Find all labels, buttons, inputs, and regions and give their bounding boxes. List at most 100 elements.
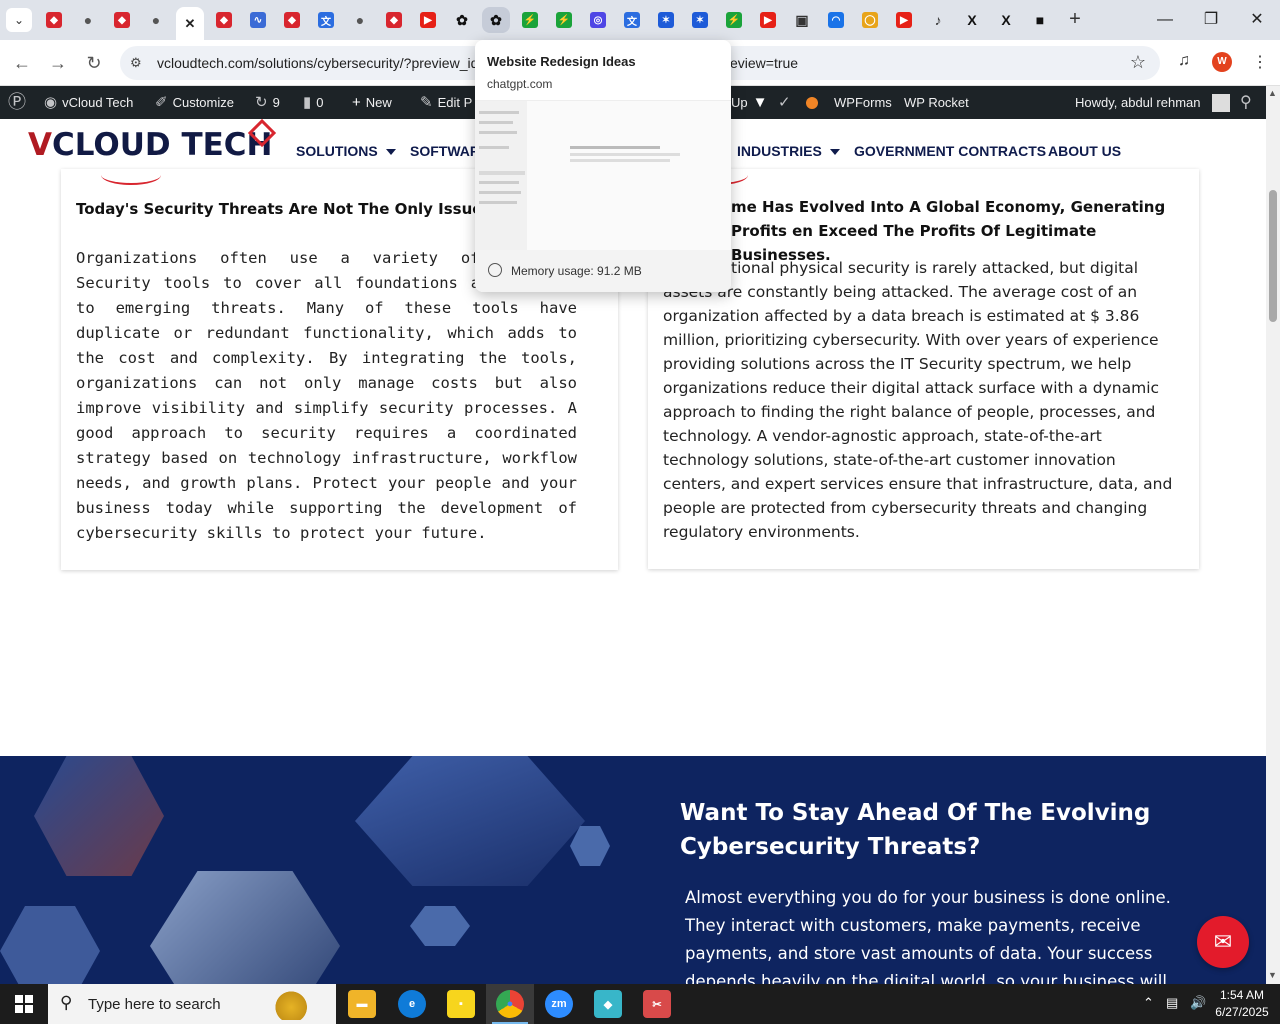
scrollbar-thumb[interactable] — [1269, 190, 1277, 322]
sticky-notes-icon[interactable]: ▪ — [447, 990, 475, 1018]
browser-tab[interactable]: ⚡ — [550, 7, 578, 33]
browser-tab[interactable]: ⚡ — [720, 7, 748, 33]
zoom-icon[interactable]: zm — [545, 990, 573, 1018]
file-explorer-icon[interactable]: ▬ — [348, 990, 376, 1018]
snipping-icon[interactable]: ✂ — [643, 990, 671, 1018]
taskbar-search[interactable]: ⚲ Type here to search — [48, 984, 336, 1024]
browser-tab[interactable]: ◆ — [108, 7, 136, 33]
browser-tab[interactable]: ✶ — [652, 7, 680, 33]
admin-wprocket-link[interactable]: WP Rocket — [904, 86, 969, 119]
hex-shape — [0, 906, 100, 984]
site-info-icon[interactable]: ⚙ — [130, 55, 142, 71]
browser-tab[interactable]: ◆ — [380, 7, 408, 33]
volume-icon[interactable]: 🔊 — [1190, 995, 1206, 1011]
browser-tab[interactable]: ◆ — [278, 7, 306, 33]
browser-menu-icon[interactable]: ⋮ — [1252, 52, 1268, 72]
taskbar-clock[interactable]: 1:54 AM 6/27/2025 — [1208, 987, 1276, 1021]
card-body: tional physical security is rarely attac… — [663, 259, 1173, 541]
diamond-icon: ◆ — [114, 12, 130, 28]
admin-up-link[interactable]: Up ▼ — [731, 86, 767, 119]
browser-tab[interactable]: 文 — [618, 7, 646, 33]
gem-icon[interactable]: ◆ — [594, 990, 622, 1018]
back-icon[interactable]: ← — [8, 49, 36, 77]
admin-comments-link[interactable]: ▮ 0 — [303, 86, 324, 119]
tab-search-icon[interactable]: ⌄ — [6, 8, 32, 32]
ring-icon: ◯ — [862, 12, 878, 28]
yoast-icon[interactable]: ✓ — [778, 86, 791, 119]
chrome-icon[interactable]: ● — [496, 990, 524, 1018]
cta-section: Want To Stay Ahead Of The Evolving Cyber… — [0, 756, 1266, 984]
admin-site-link[interactable]: ◉ vCloud Tech — [44, 86, 133, 119]
hex-image — [34, 756, 164, 876]
browser-tab[interactable]: ● — [346, 7, 374, 33]
reload-icon[interactable]: ↻ — [80, 49, 108, 77]
bolt-icon: ⚡ — [556, 12, 572, 28]
admin-new-link[interactable]: + New — [352, 86, 392, 119]
nav-software[interactable]: SOFTWAR — [410, 143, 480, 159]
admin-account-link[interactable]: Howdy, abdul rehman — [1075, 86, 1230, 119]
admin-updates-link[interactable]: ↻ 9 — [255, 86, 280, 119]
browser-tab[interactable]: ▶ — [890, 7, 918, 33]
nav-solutions[interactable]: SOLUTIONS — [296, 143, 396, 159]
browser-tab[interactable]: X — [958, 7, 986, 33]
globe-icon: ● — [355, 12, 365, 28]
nav-government-contracts[interactable]: GOVERNMENT CONTRACTS — [854, 143, 1046, 159]
square-logo-icon: ■ — [1035, 12, 1045, 28]
nav-industries[interactable]: INDUSTRIES — [737, 143, 840, 159]
browser-tab[interactable]: ♪ — [924, 7, 952, 33]
edge-icon[interactable]: e — [398, 990, 426, 1018]
restore-icon[interactable]: ❐ — [1188, 6, 1234, 34]
scroll-down-icon[interactable]: ▼ — [1268, 970, 1277, 980]
updates-count: 9 — [272, 95, 280, 110]
browser-tab[interactable]: ◠ — [822, 7, 850, 33]
search-icon: ⚲ — [60, 993, 73, 1012]
browser-tab[interactable]: ∿ — [244, 7, 272, 33]
network-icon[interactable]: ▤ — [1166, 995, 1178, 1011]
wordpress-logo-icon[interactable]: Ⓟ — [8, 86, 26, 119]
globe-icon: ● — [151, 12, 161, 28]
page-scrollbar[interactable]: ▲ ▼ — [1266, 86, 1280, 984]
lock-icon: ▣ — [795, 11, 809, 28]
profile-avatar[interactable]: W — [1212, 52, 1232, 72]
browser-tab[interactable]: ◎ — [584, 7, 612, 33]
nav-solutions-label: SOLUTIONS — [296, 143, 378, 159]
browser-tab[interactable]: ▶ — [754, 7, 782, 33]
admin-wpforms-link[interactable]: WPForms — [834, 86, 892, 119]
browser-tab[interactable]: ◯ — [856, 7, 884, 33]
admin-customize-link[interactable]: ✐ Customize — [155, 86, 234, 119]
window-close-icon[interactable]: ✕ — [1234, 6, 1280, 34]
browser-tab[interactable]: X — [992, 7, 1020, 33]
minimize-icon[interactable]: — — [1142, 6, 1188, 34]
bookmark-star-icon[interactable]: ☆ — [1130, 52, 1146, 73]
admin-edit-link[interactable]: ✎ Edit P — [420, 86, 472, 119]
wave-icon: ∿ — [250, 12, 266, 28]
browser-tab[interactable]: ✕ — [176, 7, 204, 40]
start-button[interactable] — [0, 984, 48, 1024]
browser-tab[interactable]: 文 — [312, 7, 340, 33]
browser-tab[interactable]: ▶ — [414, 7, 442, 33]
chat-icon[interactable]: ✉ — [1197, 916, 1249, 968]
tray-chevron-up-icon[interactable]: ⌃ — [1143, 995, 1154, 1011]
url-text[interactable]: vcloudtech.com/solutions/cybersecurity/?… — [157, 55, 478, 71]
media-control-icon[interactable]: ♫ — [1178, 52, 1190, 70]
browser-tab[interactable]: ⚡ — [516, 7, 544, 33]
scroll-up-icon[interactable]: ▲ — [1268, 88, 1277, 98]
site-logo[interactable]: VCLOUD TECH — [28, 127, 272, 163]
browser-tab[interactable]: ● — [74, 7, 102, 33]
browser-tab[interactable]: ✿ — [448, 7, 476, 33]
admin-search-icon[interactable]: ⚲ — [1240, 86, 1252, 119]
browser-tab[interactable]: ✶ — [686, 7, 714, 33]
openai-icon: ✿ — [490, 11, 502, 28]
up-label: Up — [731, 95, 748, 110]
url-text-tail[interactable]: eview=true — [730, 55, 798, 71]
browser-tab[interactable]: ▣ — [788, 7, 816, 33]
forward-icon[interactable]: → — [44, 49, 72, 77]
browser-tab[interactable]: ◆ — [40, 7, 68, 33]
browser-tab[interactable]: ✿ — [482, 7, 510, 33]
nav-about-us[interactable]: ABOUT US — [1048, 143, 1121, 159]
browser-tab[interactable]: ■ — [1026, 7, 1054, 33]
browser-tab[interactable]: ◆ — [210, 7, 238, 33]
new-tab-button[interactable]: + — [1063, 8, 1087, 32]
browser-tab[interactable]: ● — [142, 7, 170, 33]
status-dot-icon[interactable] — [806, 86, 818, 119]
